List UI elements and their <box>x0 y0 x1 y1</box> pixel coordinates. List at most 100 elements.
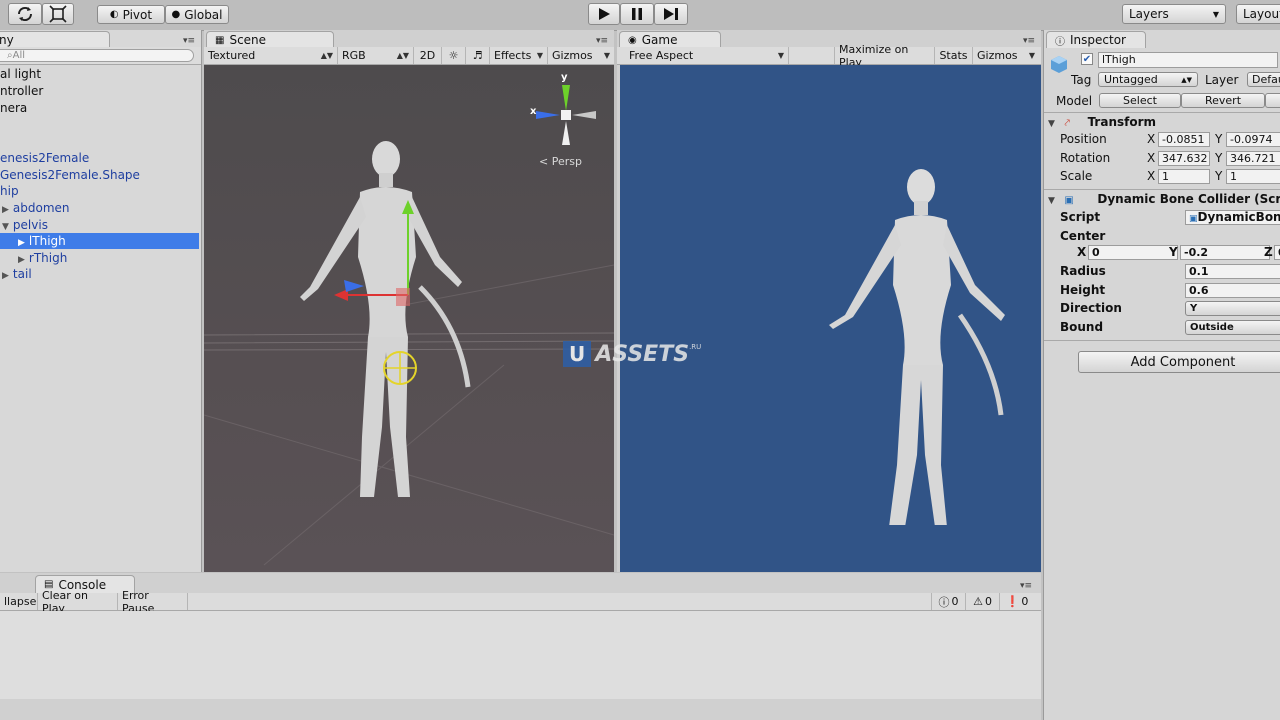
rotation-x-field[interactable]: 347.632 <box>1158 151 1210 166</box>
layers-dropdown[interactable]: Layers ▼ <box>1122 4 1226 24</box>
game-toolbar: Free Aspect ▼ Maximize on Play Stats Gizm… <box>617 43 1041 69</box>
center-z-field[interactable]: 0 <box>1274 245 1280 260</box>
pivot-toggle[interactable]: ◐ Pivot <box>97 5 165 24</box>
hierarchy-item-label: enesis2Female <box>0 151 90 165</box>
tab-scene[interactable]: ▦ Scene <box>206 31 334 48</box>
hierarchy-item[interactable]: al light <box>0 66 41 82</box>
console-detail-area[interactable] <box>0 667 1041 699</box>
height-field[interactable]: 0.6 <box>1185 283 1280 298</box>
position-label: Position <box>1060 132 1107 146</box>
rotation-y-field[interactable]: 346.721 <box>1226 151 1280 166</box>
warning-icon: ⚠ <box>973 595 983 608</box>
layer-dropdown[interactable]: Defau <box>1247 72 1280 87</box>
hierarchy-item[interactable]: ▶ abdomen <box>2 200 70 216</box>
hierarchy-item[interactable]: ▶ tail <box>2 266 32 282</box>
layer-value: Defau <box>1252 73 1280 86</box>
collapse-toggle[interactable]: llapse <box>0 593 38 610</box>
collapse-arrow-icon[interactable]: ▼ <box>2 222 9 232</box>
tab-game[interactable]: ◉ Game <box>619 31 721 48</box>
maximize-on-play-toggle[interactable]: Maximize on Play <box>835 43 935 69</box>
hierarchy-item[interactable]: Genesis2Female.Shape <box>0 167 140 183</box>
scene-panel: ▦ Scene ▾≡ Textured ▲▼ RGB ▲▼ 2D ☼ ♬ Effec… <box>204 30 614 572</box>
hierarchy-item[interactable]: ▶ rThigh <box>18 250 67 266</box>
game-gizmos-dropdown[interactable]: Gizmos ▼ <box>973 47 1039 64</box>
shading-mode-dropdown[interactable]: Textured ▲▼ <box>204 47 338 64</box>
pause-button[interactable] <box>620 3 654 25</box>
aspect-dropdown[interactable]: Free Aspect ▼ <box>617 47 789 64</box>
collider-header[interactable]: ▼ ▣ Dynamic Bone Collider (Scr <box>1048 192 1280 208</box>
persp-label[interactable]: < Persp <box>539 155 582 168</box>
scene-viewport[interactable]: y x < Persp <box>204 65 614 572</box>
info-filter-toggle[interactable]: ⓘ 0 <box>932 593 966 610</box>
add-component-button[interactable]: Add Component <box>1078 351 1280 373</box>
tag-value: Untagged <box>1104 73 1158 86</box>
error-filter-toggle[interactable]: ❗ 0 <box>1000 593 1034 610</box>
model-select-button[interactable]: Select <box>1099 93 1181 108</box>
effects-dropdown[interactable]: Effects ▼ <box>490 47 548 64</box>
transform-gizmo[interactable] <box>334 200 454 400</box>
tag-dropdown[interactable]: Untagged ▲▼ <box>1098 72 1198 87</box>
bound-value: Outside <box>1190 322 1234 333</box>
scale-y-field[interactable]: 1 <box>1226 169 1280 184</box>
position-x-label: X <box>1147 132 1156 146</box>
script-label: Script <box>1060 210 1101 224</box>
clear-on-play-toggle[interactable]: Clear on Play <box>38 589 118 615</box>
hierarchy-item[interactable]: hip <box>0 183 19 199</box>
scale-x-field[interactable]: 1 <box>1158 169 1210 184</box>
panel-menu-icon[interactable]: ▾≡ <box>1023 36 1035 46</box>
lighting-toggle[interactable]: ☼ <box>442 47 466 64</box>
hierarchy-item[interactable]: nera <box>0 100 27 116</box>
console-log-area[interactable] <box>0 611 1041 668</box>
tab-scene-label: Scene <box>229 33 267 47</box>
hierarchy-search-input[interactable]: ⌕All <box>0 49 194 62</box>
error-pause-toggle[interactable]: Error Pause <box>118 589 188 615</box>
hierarchy-item-label: lThigh <box>28 234 66 248</box>
rotate-tool-button[interactable] <box>8 3 42 25</box>
script-field[interactable]: ▣DynamicBon <box>1185 210 1280 225</box>
panel-menu-icon[interactable]: ▾≡ <box>1020 581 1032 591</box>
bound-dropdown[interactable]: Outside <box>1185 320 1280 335</box>
object-name-input[interactable]: lThigh <box>1098 52 1278 68</box>
game-viewport[interactable] <box>620 65 1041 572</box>
expand-arrow-icon[interactable]: ▶ <box>2 271 9 281</box>
stats-toggle[interactable]: Stats <box>935 47 973 64</box>
orientation-gizmo[interactable] <box>526 75 606 155</box>
transform-header[interactable]: ▼ ⤤ Transform <box>1048 115 1280 131</box>
play-button[interactable] <box>588 3 620 25</box>
position-y-field[interactable]: -0.0974 <box>1226 132 1280 147</box>
model-revert-button[interactable]: Revert <box>1181 93 1265 108</box>
collapse-label: llapse <box>4 595 37 608</box>
position-y-value: -0.0974 <box>1230 133 1273 146</box>
hierarchy-item[interactable]: enesis2Female <box>0 150 89 166</box>
scene-gizmos-dropdown[interactable]: Gizmos ▼ <box>548 47 614 64</box>
console-spacer <box>188 593 932 610</box>
model-open-button[interactable] <box>1265 93 1280 108</box>
expand-arrow-icon[interactable]: ▶ <box>2 205 9 215</box>
globe-icon: ● <box>171 9 181 20</box>
panel-menu-icon[interactable]: ▾≡ <box>183 36 195 46</box>
global-toggle[interactable]: ● Global <box>165 5 229 24</box>
tab-inspector[interactable]: ⓘ Inspector <box>1046 31 1146 48</box>
chevron-updown-icon: ▲▼ <box>320 51 333 60</box>
2d-toggle[interactable]: 2D <box>414 47 442 64</box>
tab-hierarchy[interactable]: ny <box>0 31 110 48</box>
center-y-field[interactable]: -0.2 <box>1180 245 1270 260</box>
expand-arrow-icon[interactable]: ▶ <box>18 238 25 248</box>
position-x-field[interactable]: -0.0851 <box>1158 132 1210 147</box>
hierarchy-item[interactable]: ntroller <box>0 83 43 99</box>
scale-x-label: X <box>1147 169 1156 183</box>
radius-field[interactable]: 0.1 <box>1185 264 1280 279</box>
warning-filter-toggle[interactable]: ⚠ 0 <box>966 593 1000 610</box>
expand-arrow-icon[interactable]: ▶ <box>18 255 25 265</box>
active-checkbox[interactable]: ✔ <box>1081 53 1093 65</box>
step-button[interactable] <box>654 3 688 25</box>
center-x-field[interactable]: 0 <box>1088 245 1178 260</box>
rgb-dropdown[interactable]: RGB ▲▼ <box>338 47 414 64</box>
rect-tool-button[interactable] <box>42 3 74 25</box>
layout-dropdown[interactable]: Layout <box>1236 4 1280 24</box>
panel-menu-icon[interactable]: ▾≡ <box>596 36 608 46</box>
audio-toggle[interactable]: ♬ <box>466 47 490 64</box>
hierarchy-item-selected[interactable]: ▶ lThigh <box>0 233 199 249</box>
hierarchy-item[interactable]: ▼ pelvis <box>2 217 48 233</box>
direction-dropdown[interactable]: Y <box>1185 301 1280 316</box>
